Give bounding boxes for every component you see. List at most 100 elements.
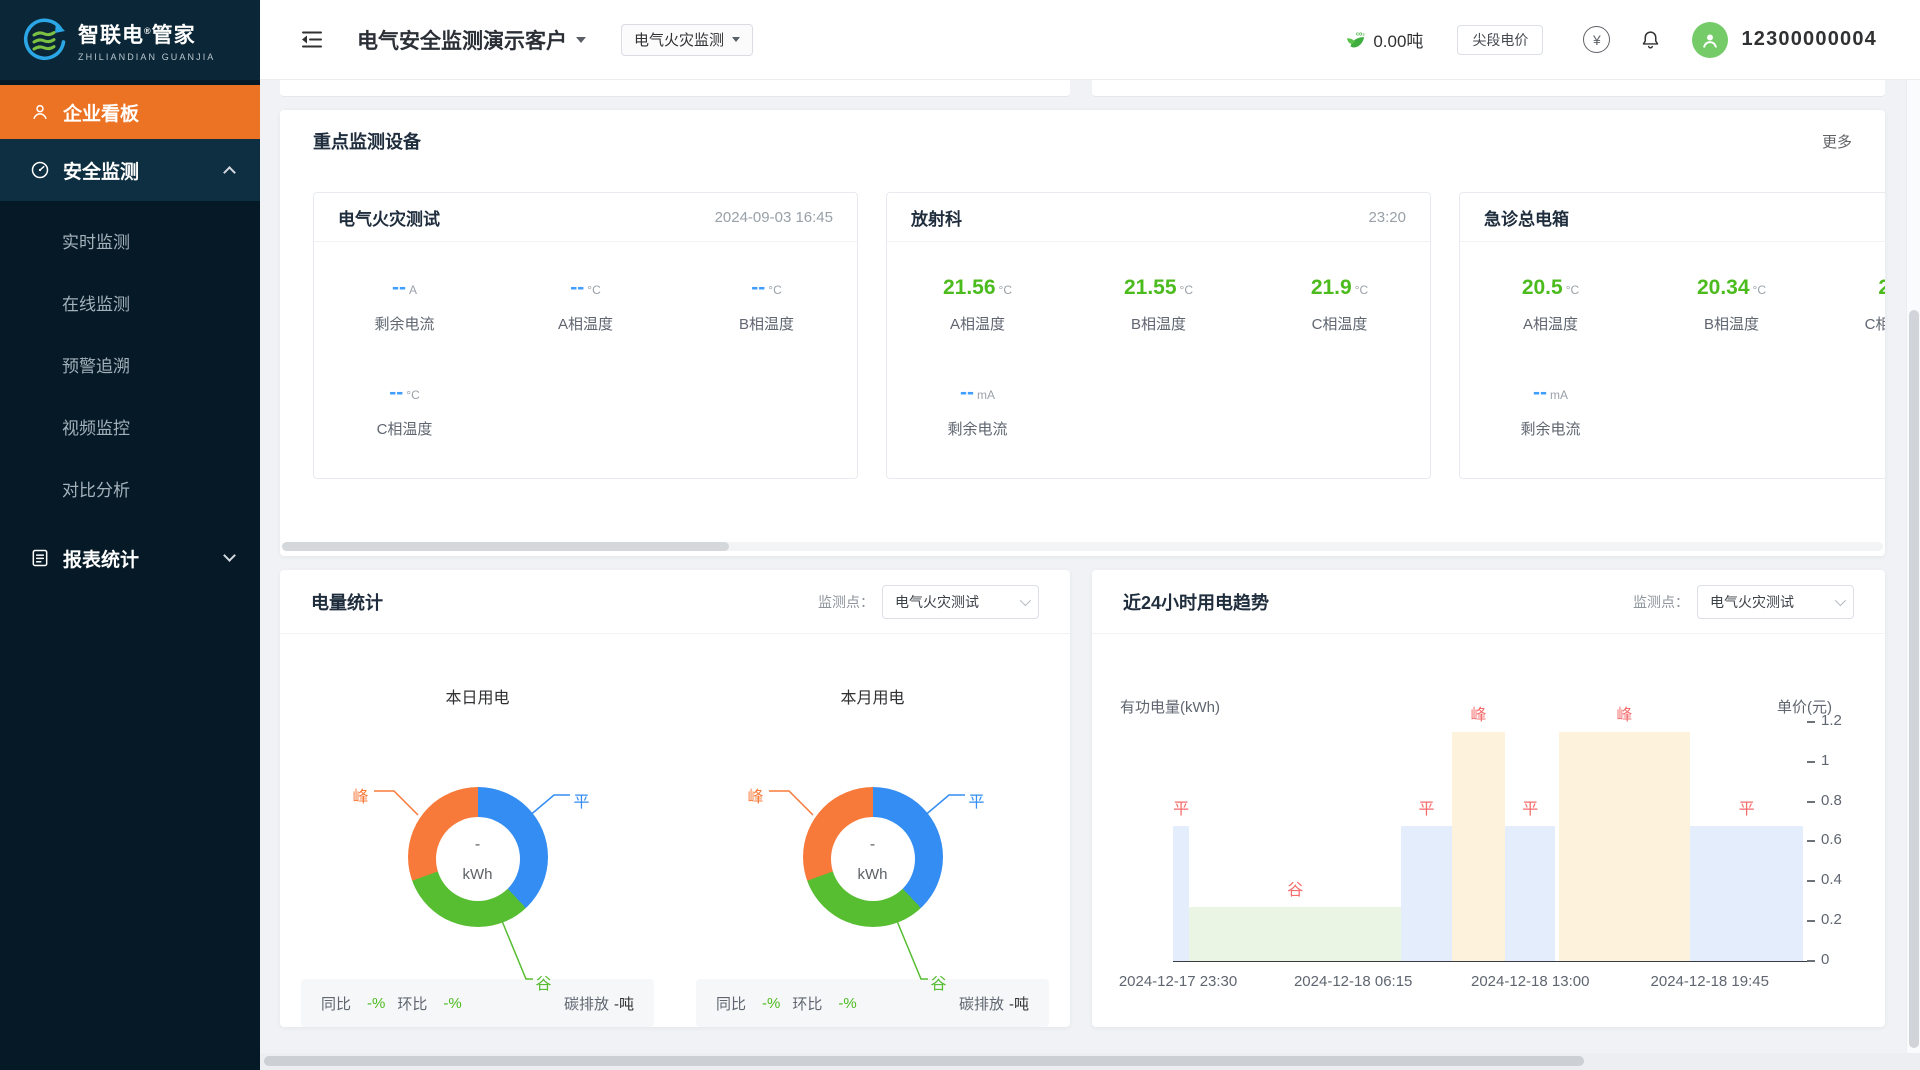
carbon-label: 碳排放 [564,993,609,1014]
donut-center-unit: kWh [463,866,493,883]
sidebar-item-online-monitoring[interactable]: 在线监测 [0,271,260,333]
y-tick [1807,721,1815,723]
slice-label-peak: 峰 [748,783,764,807]
metric-label: A相温度 [495,313,676,334]
carbon-value: -吨 [614,993,634,1014]
horizontal-scrollbar-thumb[interactable] [264,1056,1584,1066]
today-summary-bar: 同比 -% 环比 -% 碳排放 -吨 [301,979,654,1027]
user-avatar[interactable] [1692,22,1728,58]
device-update-time: 23:20 [1368,209,1406,226]
sidebar-item-enterprise-dashboard[interactable]: 企业看板 [0,85,260,139]
carbon-label: 碳排放 [959,993,1004,1014]
metric-label: A相温度 [887,313,1068,334]
month-usage-donut-chart: - kWh 平 峰 谷 [803,787,943,927]
device-row-scrollbar-track [282,542,1883,551]
monitor-type-button[interactable]: 电气火灾监测 [621,24,753,56]
metric: --A 剩余电流 [314,276,495,381]
trend-plot: 平谷平峰平峰平 [1173,712,1803,961]
device-card: 电气火灾测试 2024-09-03 16:45 --A 剩余电流 --°C A相… [313,192,858,479]
price-period-button[interactable]: 尖段电价 [1457,25,1543,55]
mom-value: -% [838,995,856,1012]
metric-value: 21.56 [943,276,996,299]
x-tick-label: 2024-12-18 19:45 [1651,973,1769,990]
y-tick-label: 1.2 [1821,712,1842,729]
metric-value: -- [960,381,974,404]
trend-xaxis: 2024-12-17 23:302024-12-18 06:152024-12-… [1173,973,1803,995]
sidebar-item-comparative-analysis[interactable]: 对比分析 [0,457,260,519]
sidebar-item-report-statistics[interactable]: 报表统计 [0,527,260,589]
yoy-value: -% [367,995,385,1012]
device-name: 急诊总电箱 [1484,205,1569,230]
month-summary-bar: 同比 -% 环比 -% 碳排放 -吨 [696,979,1049,1027]
more-link[interactable]: 更多 [1822,131,1852,152]
sidebar-nav: 企业看板 安全监测 实时监测 在线监测 预警追溯 视频监控 对比分析 [0,85,260,589]
metric-unit: °C [1355,283,1368,297]
metric-unit: mA [977,388,995,402]
metric: --mA 剩余电流 [1460,381,1641,479]
metric-unit: °C [768,283,781,297]
metric-value: 2 [1878,276,1885,299]
mom-value: -% [443,995,461,1012]
customer-name-title[interactable]: 电气安全监测演示客户 [357,25,567,55]
metric-label: A相温度 [1460,313,1641,334]
y-tick [1807,801,1815,803]
metric: --°C B相温度 [676,276,857,381]
vertical-scrollbar-thumb[interactable] [1909,310,1919,1048]
sidebar-item-realtime-monitoring[interactable]: 实时监测 [0,209,260,271]
price-tier-bar [1189,907,1401,961]
metric-unit: °C [1753,283,1766,297]
metric: 20.5°C A相温度 [1460,276,1641,381]
sidebar-collapse-icon[interactable] [300,30,324,49]
monitor-point-label: 监测点： [1633,592,1689,612]
y-tick-label: 0 [1821,951,1829,968]
tier-label: 平 [1522,795,1538,819]
sidebar-item-video-surveillance[interactable]: 视频监控 [0,395,260,457]
monitor-point-select[interactable]: 电气火灾测试 [882,585,1039,619]
y-tick [1807,761,1815,763]
metric-value: 21.9 [1311,276,1352,299]
metric-label: 剩余电流 [314,313,495,334]
x-axis-line [1173,961,1814,962]
monitor-point-select[interactable]: 电气火灾测试 [1697,585,1854,619]
sidebar-item-safety-monitoring[interactable]: 安全监测 [0,139,260,201]
price-tier-bar [1505,826,1555,961]
trend-24h-panel: 近24小时用电趋势 监测点： 电气火灾测试 有功电量(kWh) 单价(元) 平谷… [1092,570,1885,1027]
yen-billing-icon[interactable]: ¥ [1583,26,1610,53]
caret-down-icon[interactable] [576,37,586,43]
metric-label: C相温度 [1249,313,1430,334]
device-name: 电气火灾测试 [338,205,440,230]
bell-icon[interactable] [1640,29,1661,51]
metric-value: -- [751,276,765,299]
vertical-scrollbar-track [1906,80,1920,1053]
metric-value: -- [1533,381,1547,404]
y-tick-label: 1 [1821,752,1829,769]
donut-title: 本月用电 [675,684,1070,708]
panel-title: 电量统计 [311,589,383,615]
device-card-row: 电气火灾测试 2024-09-03 16:45 --A 剩余电流 --°C A相… [313,192,1885,479]
sidebar-item-label: 报表统计 [63,545,139,572]
y-tick [1807,920,1815,922]
account-phone-number[interactable]: 12300000004 [1741,28,1877,51]
x-tick-label: 2024-12-17 23:30 [1119,973,1237,990]
metric-label: 剩余电流 [887,418,1068,439]
donut-title: 本日用电 [280,684,675,708]
slice-label-flat: 平 [969,788,985,812]
metric: --°C A相温度 [495,276,676,381]
price-tier-bar [1452,732,1505,961]
monitor-point-label: 监测点： [818,592,874,612]
metric-value: -- [389,381,403,404]
metric: --°C C相温度 [314,381,495,479]
device-row-scrollbar-thumb[interactable] [282,542,729,551]
tier-label: 谷 [1287,876,1303,900]
price-tier-bar [1401,826,1452,961]
brand-name: 智联电®管家 [78,19,215,49]
metric-unit: °C [1180,283,1193,297]
metric: 2°C C相温度 [1802,276,1885,381]
app-screen: 智联电®管家 ZHILIANDIAN GUANJIA 企业看板 [0,0,1920,1070]
metric-unit: mA [1550,388,1568,402]
tier-label: 平 [1739,795,1755,819]
sidebar-item-alert-trace[interactable]: 预警追溯 [0,333,260,395]
metric-unit: °C [999,283,1012,297]
y-tick [1807,880,1815,882]
metric-label: B相温度 [676,313,857,334]
